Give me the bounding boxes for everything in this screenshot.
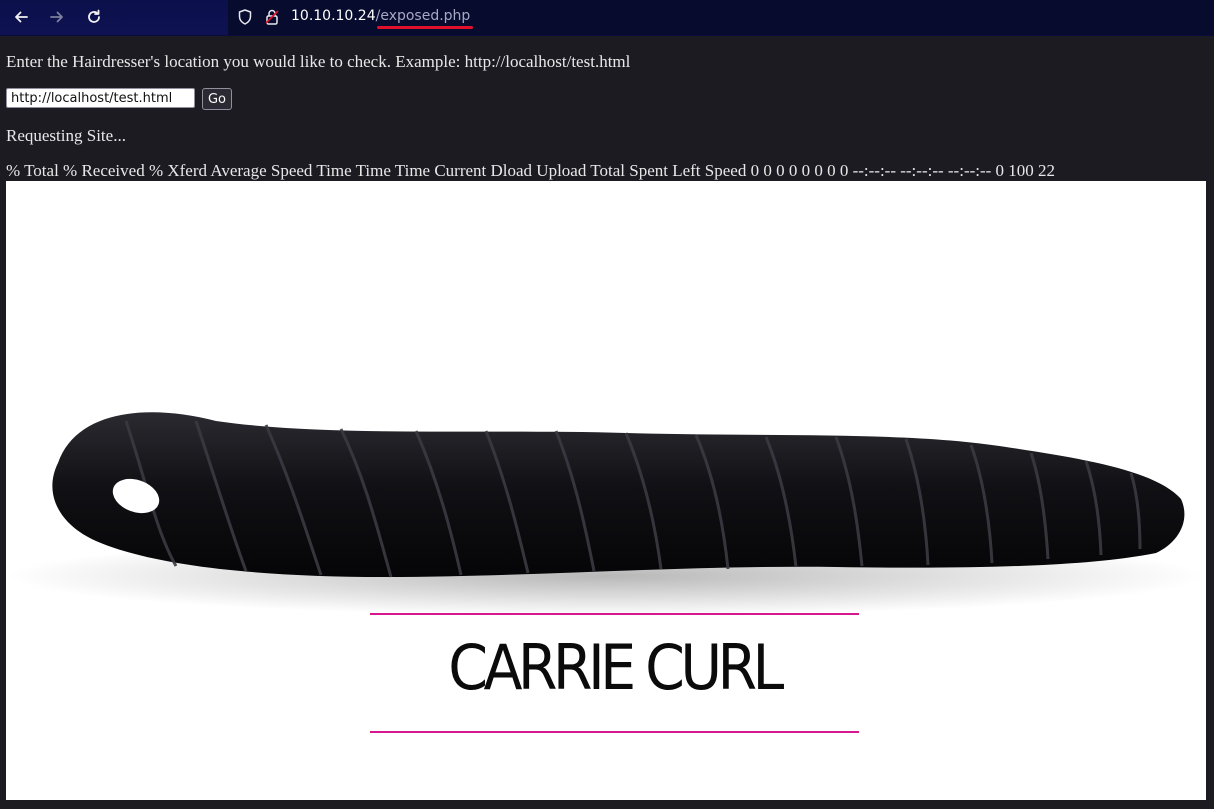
location-prompt: Enter the Hairdresser's location you wou… [6, 52, 631, 71]
shield-icon[interactable] [236, 8, 254, 26]
status-text: Requesting Site... [6, 126, 126, 145]
url-bar[interactable]: 10.10.10.24/exposed.php [228, 0, 1214, 35]
brand-bottom-rule [370, 731, 859, 733]
back-arrow-icon[interactable] [9, 6, 33, 28]
forward-arrow-icon[interactable] [45, 6, 69, 28]
brand-name: CARRIE CURL [448, 631, 784, 704]
url-host: 10.10.10.24 [291, 8, 376, 24]
curl-output: % Total % Received % Xferd Average Speed… [6, 161, 1056, 180]
location-input[interactable] [6, 88, 195, 108]
url-annotation-underline [377, 26, 473, 29]
brand-top-rule [370, 613, 859, 615]
hair-extension-picture [6, 412, 1206, 616]
product-image: CARRIE CURL [6, 181, 1206, 800]
url-path: /exposed.php [375, 8, 471, 24]
browser-toolbar: 10.10.10.24/exposed.php [0, 0, 1214, 36]
bottom-strip [0, 802, 1214, 809]
reload-icon[interactable] [82, 6, 106, 28]
go-button[interactable]: Go [202, 88, 232, 110]
url-text[interactable]: 10.10.10.24/exposed.php [291, 8, 470, 24]
insecure-lock-icon[interactable] [263, 8, 281, 26]
